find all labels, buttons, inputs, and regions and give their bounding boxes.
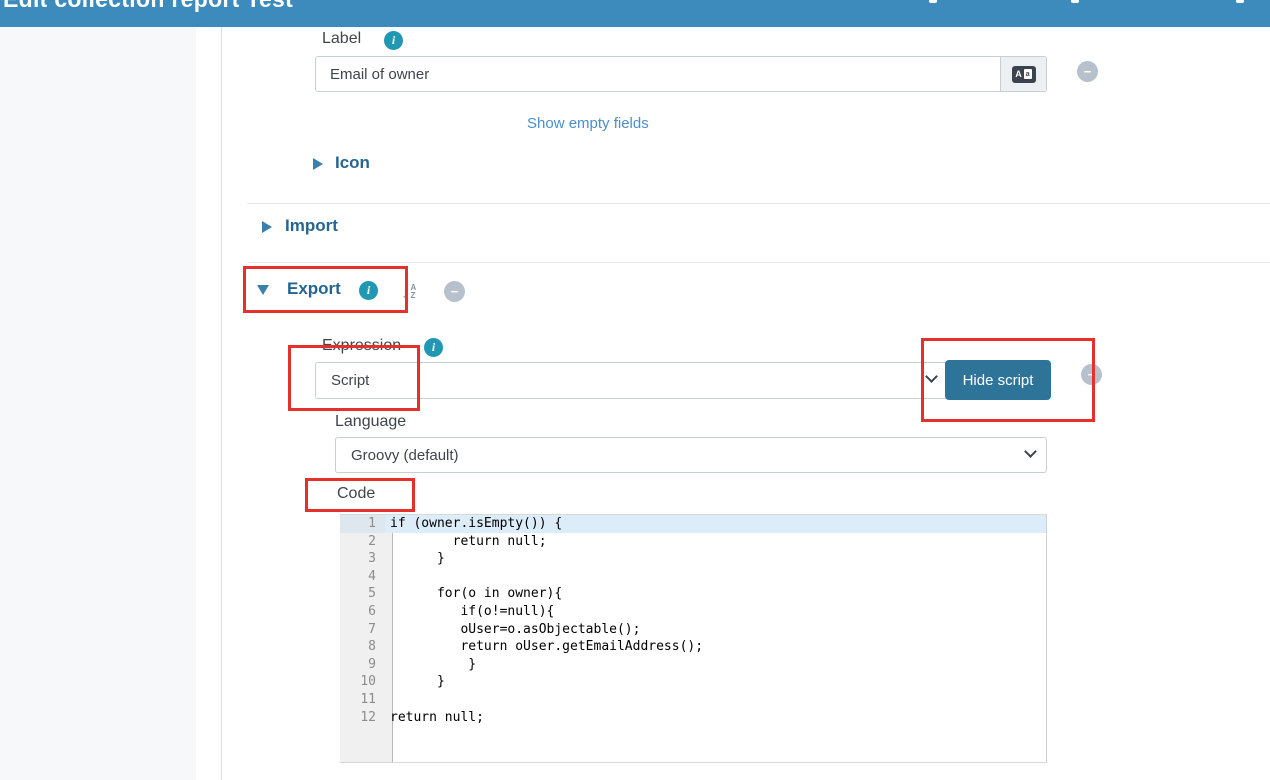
line-number: 4 [340, 568, 385, 586]
code-line[interactable]: 3 } [340, 550, 1046, 568]
line-number: 5 [340, 585, 385, 603]
code-text [385, 568, 1046, 586]
remove-label-button[interactable]: − [1077, 61, 1098, 82]
code-line[interactable]: 10 } [340, 673, 1046, 691]
sort-arrow-glyph: ↓ [401, 284, 410, 301]
label-field-label: Label [322, 30, 361, 48]
topbar-icon-fragment [1236, 0, 1244, 3]
content-divider [221, 27, 222, 780]
line-number: 1 [340, 515, 385, 533]
expression-select[interactable]: Script [315, 362, 1047, 399]
code-text: if (owner.isEmpty()) { [385, 515, 1046, 533]
code-text: oUser=o.asObjectable(); [385, 621, 1046, 639]
line-number: 12 [340, 709, 385, 727]
section-header-import[interactable]: Import [285, 216, 338, 236]
code-line[interactable]: 4 [340, 568, 1046, 586]
sidebar [0, 27, 196, 780]
code-text: for(o in owner){ [385, 585, 1046, 603]
info-glyph: i [392, 33, 395, 48]
divider [247, 203, 1270, 204]
code-line[interactable]: 7 oUser=o.asObjectable(); [340, 621, 1046, 639]
topbar-icon-fragment [1071, 0, 1079, 3]
code-line[interactable]: 1if (owner.isEmpty()) { [340, 515, 1046, 533]
code-editor[interactable]: 1if (owner.isEmpty()) {2 return null;3 }… [340, 514, 1047, 763]
collapse-arrow-icon[interactable] [257, 285, 269, 295]
line-number: 9 [340, 656, 385, 674]
info-glyph: i [367, 283, 370, 298]
code-lines: 1if (owner.isEmpty()) {2 return null;3 }… [340, 515, 1046, 726]
line-number: 11 [340, 691, 385, 709]
top-bar: Edit collection report Test [0, 0, 1270, 27]
sort-alpha-icon[interactable]: ↓ A Z [401, 282, 416, 302]
code-line[interactable]: 8 return oUser.getEmailAddress(); [340, 638, 1046, 656]
code-text: } [385, 656, 1046, 674]
code-text: } [385, 550, 1046, 568]
line-number: 8 [340, 638, 385, 656]
info-glyph: i [432, 340, 435, 355]
section-header-icon[interactable]: Icon [335, 153, 370, 173]
code-text: if(o!=null){ [385, 603, 1046, 621]
language-select-value: Groovy (default) [351, 447, 459, 464]
show-empty-fields-link[interactable]: Show empty fields [527, 115, 649, 132]
translate-button[interactable]: A a [1000, 57, 1046, 91]
code-line[interactable]: 6 if(o!=null){ [340, 603, 1046, 621]
info-icon[interactable]: i [359, 281, 378, 300]
code-text: return null; [385, 709, 1046, 727]
minus-icon: − [451, 284, 459, 299]
sort-letter-z: Z [411, 292, 417, 300]
remove-export-button[interactable]: − [444, 281, 465, 302]
label-input[interactable] [316, 57, 1000, 91]
line-number: 6 [340, 603, 385, 621]
minus-icon: − [1084, 64, 1092, 79]
hide-script-button[interactable]: Hide script [945, 360, 1051, 400]
info-icon[interactable]: i [424, 338, 443, 357]
translate-letter: A [1015, 69, 1022, 79]
remove-expression-button[interactable]: − [1081, 364, 1102, 385]
code-line[interactable]: 12return null; [340, 709, 1046, 727]
section-header-export[interactable]: Export [287, 279, 341, 299]
code-line[interactable]: 9 } [340, 656, 1046, 674]
info-icon[interactable]: i [384, 31, 403, 50]
divider [247, 262, 1270, 263]
translate-icon: A a [1012, 66, 1036, 83]
code-line[interactable]: 11 [340, 691, 1046, 709]
minus-icon: − [1088, 367, 1096, 382]
code-text: return null; [385, 533, 1046, 551]
line-number: 3 [340, 550, 385, 568]
code-line[interactable]: 5 for(o in owner){ [340, 585, 1046, 603]
line-number: 7 [340, 621, 385, 639]
code-field-label: Code [337, 485, 375, 503]
code-text: return oUser.getEmailAddress(); [385, 638, 1046, 656]
expand-arrow-icon[interactable] [313, 158, 323, 170]
translate-letter-small: a [1024, 69, 1032, 79]
page-title: Edit collection report Test [3, 0, 293, 13]
line-number: 2 [340, 533, 385, 551]
expand-arrow-icon[interactable] [262, 221, 272, 233]
language-field-label: Language [335, 413, 406, 431]
expression-select-value: Script [331, 372, 369, 389]
line-number: 10 [340, 673, 385, 691]
code-line[interactable]: 2 return null; [340, 533, 1046, 551]
expression-field-label: Expression [322, 337, 401, 355]
topbar-icon-fragment [929, 0, 937, 3]
label-input-group: A a [315, 56, 1047, 92]
language-select[interactable]: Groovy (default) [335, 437, 1047, 473]
code-text: } [385, 673, 1046, 691]
code-text [385, 691, 1046, 709]
